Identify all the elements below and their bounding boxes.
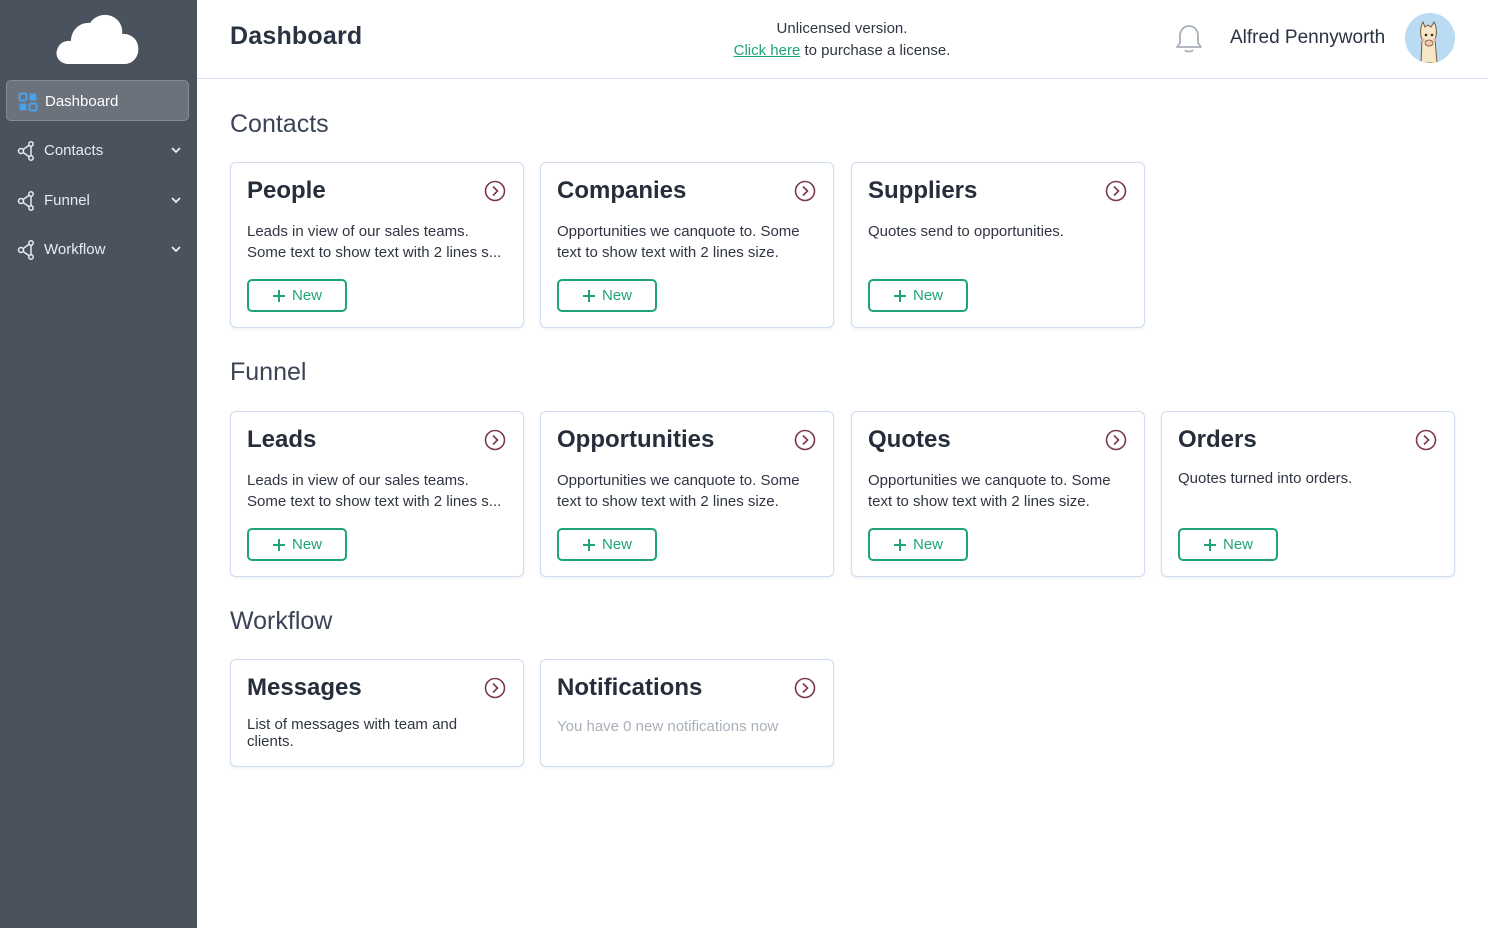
card-quotes[interactable]: Quotes Opportunities we canquote to. Som… — [851, 411, 1145, 577]
card-people[interactable]: People Leads in view of our sales teams.… — [230, 162, 524, 328]
chevron-circle-right-icon[interactable] — [484, 677, 506, 699]
llama-avatar-icon — [1405, 13, 1455, 63]
plus-icon — [1203, 538, 1216, 551]
chevron-circle-right-icon[interactable] — [484, 180, 506, 202]
sidebar-item-contacts[interactable]: Contacts — [6, 130, 189, 171]
chevron-circle-right-icon[interactable] — [794, 677, 816, 699]
new-button[interactable]: New — [247, 528, 347, 561]
card-notifications[interactable]: Notifications You have 0 new notificatio… — [540, 659, 834, 767]
user-name[interactable]: Alfred Pennyworth — [1230, 27, 1385, 49]
card-title: Quotes — [868, 426, 951, 453]
card-description: Opportunities we canquote to. Some text t… — [557, 221, 825, 263]
plus-icon — [272, 289, 285, 302]
share-nodes-icon — [17, 240, 34, 260]
card-title: Orders — [1178, 426, 1257, 453]
new-button-label: New — [912, 287, 943, 304]
new-button-label: New — [291, 536, 322, 553]
card-suppliers[interactable]: Suppliers Quotes send to opportunities. … — [851, 162, 1145, 328]
sidebar: Dashboard Contacts Funnel Workflow — [0, 0, 197, 928]
card-title: Companies — [557, 177, 687, 204]
chevron-circle-right-icon[interactable] — [1105, 180, 1127, 202]
sidebar-item-workflow[interactable]: Workflow — [6, 229, 189, 270]
purchase-license-link[interactable]: Click here — [734, 42, 801, 59]
card-companies[interactable]: Companies Opportunities we canquote to. … — [540, 162, 834, 328]
card-description-line: Opportunities we canquote to. Some — [557, 223, 800, 240]
page-title: Dashboard — [230, 22, 363, 50]
card-leads[interactable]: Leads Leads in view of our sales teams. S… — [230, 411, 524, 577]
new-button[interactable]: New — [868, 279, 968, 312]
plus-icon — [272, 538, 285, 551]
card-description-line: Some text to show text with 2 lines s... — [247, 493, 502, 510]
new-button-label: New — [1222, 536, 1253, 553]
section-title-funnel: Funnel — [230, 358, 307, 386]
sidebar-item-dashboard[interactable]: Dashboard — [6, 80, 189, 121]
new-button[interactable]: New — [868, 528, 968, 561]
chevron-down-icon[interactable] — [169, 193, 183, 207]
new-button[interactable]: New — [557, 528, 657, 561]
card-description: Opportunities we canquote to. Some text t… — [868, 470, 1136, 512]
sidebar-item-label: Contacts — [44, 142, 104, 159]
new-button[interactable]: New — [1178, 528, 1278, 561]
sidebar-item-label: Workflow — [44, 241, 106, 258]
card-orders[interactable]: Orders Quotes turned into orders. New — [1161, 411, 1455, 577]
card-description: Quotes send to opportunities. — [868, 221, 1136, 242]
card-messages[interactable]: Messages List of messages with team and … — [230, 659, 524, 767]
card-opportunities[interactable]: Opportunities Opportunities we canquote … — [540, 411, 834, 577]
chevron-circle-right-icon[interactable] — [794, 429, 816, 451]
card-title: Messages — [247, 674, 362, 701]
section-title-contacts: Contacts — [230, 110, 329, 138]
avatar[interactable] — [1405, 13, 1455, 63]
card-description: List of messages with team and clients. — [247, 716, 458, 750]
new-button[interactable]: New — [247, 279, 347, 312]
card-title: People — [247, 177, 326, 204]
bell-icon[interactable] — [1174, 22, 1204, 54]
new-button[interactable]: New — [557, 279, 657, 312]
sidebar-item-label: Funnel — [44, 192, 90, 209]
card-title: Opportunities — [557, 426, 715, 453]
license-status-text: Unlicensed version. — [776, 20, 908, 37]
card-description-line: text to show text with 2 lines size. — [868, 493, 1090, 510]
section-title-workflow: Workflow — [230, 607, 333, 635]
card-title: Notifications — [557, 674, 703, 701]
card-description-line: Opportunities we canquote to. Some — [557, 472, 800, 489]
sidebar-item-label: Dashboard — [45, 93, 119, 110]
card-title: Leads — [247, 426, 317, 453]
card-description-line: Some text to show text with 2 lines s... — [247, 244, 502, 261]
chevron-circle-right-icon[interactable] — [1105, 429, 1127, 451]
card-description-line: Leads in view of our sales teams. — [247, 223, 469, 240]
top-header: Dashboard Unlicensed version. Click here… — [197, 0, 1488, 79]
chevron-down-icon[interactable] — [169, 242, 183, 256]
card-title: Suppliers — [868, 177, 978, 204]
cloud-logo-icon[interactable] — [55, 12, 141, 66]
new-button-label: New — [601, 536, 632, 553]
sidebar-item-funnel[interactable]: Funnel — [6, 180, 189, 221]
card-description-line: Leads in view of our sales teams. — [247, 472, 469, 489]
grid-icon — [18, 92, 38, 112]
plus-icon — [893, 538, 906, 551]
share-nodes-icon — [17, 141, 34, 161]
card-description-line: text to show text with 2 lines size. — [557, 493, 779, 510]
card-description-line: text to show text with 2 lines size. — [557, 244, 779, 261]
card-description: You have 0 new notifications now — [557, 718, 779, 735]
card-description: Leads in view of our sales teams. Some te… — [247, 221, 515, 263]
card-description: Opportunities we canquote to. Some text t… — [557, 470, 825, 512]
chevron-circle-right-icon[interactable] — [484, 429, 506, 451]
card-description-line: Quotes turned into orders. — [1178, 470, 1353, 487]
plus-icon — [893, 289, 906, 302]
card-description-line: Quotes send to opportunities. — [868, 223, 1064, 240]
share-nodes-icon — [17, 191, 34, 211]
plus-icon — [582, 289, 595, 302]
new-button-label: New — [912, 536, 943, 553]
chevron-circle-right-icon[interactable] — [794, 180, 816, 202]
plus-icon — [582, 538, 595, 551]
new-button-label: New — [601, 287, 632, 304]
new-button-label: New — [291, 287, 322, 304]
card-description-line: Opportunities we canquote to. Some — [868, 472, 1111, 489]
chevron-circle-right-icon[interactable] — [1415, 429, 1437, 451]
license-notice: Unlicensed version. Click here to purcha… — [667, 18, 1017, 62]
license-purchase-text: to purchase a license. — [800, 42, 951, 59]
chevron-down-icon[interactable] — [169, 143, 183, 157]
card-description: Leads in view of our sales teams. Some te… — [247, 470, 515, 512]
card-description: Quotes turned into orders. — [1178, 468, 1446, 489]
